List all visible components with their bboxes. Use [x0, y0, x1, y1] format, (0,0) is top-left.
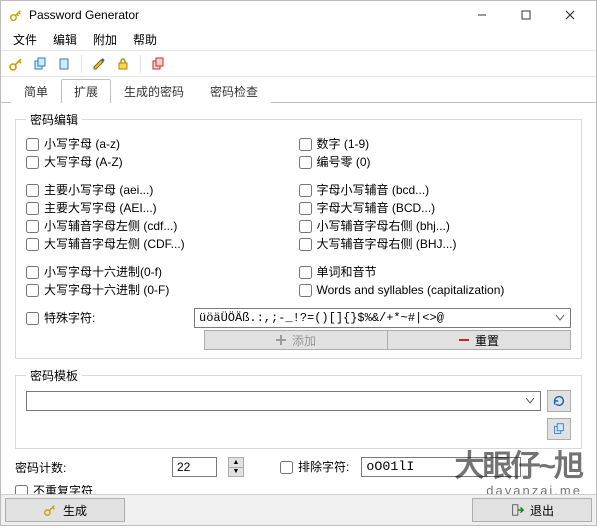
menu-file[interactable]: 文件	[5, 29, 45, 50]
exit-button[interactable]: 退出	[472, 498, 592, 522]
refresh-template-button[interactable]	[547, 390, 571, 412]
check-main-lower-vowel[interactable]: 主要小写字母 (aei...)	[26, 182, 299, 198]
tab-generated[interactable]: 生成的密码	[111, 79, 197, 103]
exclude-chars-input[interactable]	[361, 457, 521, 477]
title-bar: Password Generator	[1, 1, 596, 29]
menu-help[interactable]: 帮助	[125, 29, 165, 50]
minus-icon	[459, 339, 469, 341]
chevron-down-icon	[552, 310, 568, 326]
spinner-up[interactable]: ▲	[229, 458, 243, 468]
group-password-edit: 密码编辑 小写字母 (a-z) 大写字母 (A-Z) 数字 (1-9) 编号零 …	[15, 111, 582, 359]
check-upper-cons-right[interactable]: 大写辅音字母右侧 (BHJ...)	[299, 236, 572, 252]
tab-extended[interactable]: 扩展	[61, 79, 111, 103]
group-template: 密码模板	[15, 367, 582, 449]
generate-button[interactable]: 生成	[5, 498, 125, 522]
maximize-button[interactable]	[504, 1, 548, 29]
chevron-down-icon	[522, 393, 538, 409]
check-uppercase[interactable]: 大写字母 (A-Z)	[26, 154, 299, 170]
tab-simple[interactable]: 简单	[11, 79, 61, 103]
menu-edit[interactable]: 编辑	[45, 29, 85, 50]
check-digits[interactable]: 数字 (1-9)	[299, 136, 572, 152]
count-label: 密码计数:	[15, 459, 160, 476]
check-lower-cons-aux[interactable]: 字母小写辅音 (bcd...)	[299, 182, 572, 198]
check-lower-hex[interactable]: 小写字母十六进制(0-f)	[26, 264, 299, 280]
template-combo[interactable]	[26, 391, 541, 411]
plus-icon	[276, 335, 286, 345]
group-password-edit-legend: 密码编辑	[26, 111, 82, 128]
password-count-input[interactable]	[172, 457, 217, 477]
key-icon[interactable]	[7, 55, 25, 73]
check-lower-cons-left[interactable]: 小写辅音字母左侧 (cdf...)	[26, 218, 299, 234]
add-button[interactable]: 添加	[204, 330, 388, 350]
menu-extra[interactable]: 附加	[85, 29, 125, 50]
special-chars-combo[interactable]: üöäÜÖÄß.:,;-_!?=()[]{}$%&/+*~#|<>@	[194, 308, 571, 328]
reset-button[interactable]: 重置	[388, 330, 571, 350]
separator	[81, 55, 82, 73]
check-words[interactable]: 单词和音节	[299, 264, 572, 280]
menu-bar: 文件 编辑 附加 帮助	[1, 29, 596, 51]
check-exclude[interactable]: 排除字符:	[280, 459, 349, 475]
check-zero[interactable]: 编号零 (0)	[299, 154, 572, 170]
check-lowercase[interactable]: 小写字母 (a-z)	[26, 136, 299, 152]
minimize-button[interactable]	[460, 1, 504, 29]
toolbar	[1, 51, 596, 77]
pencil-icon[interactable]	[90, 55, 108, 73]
copy-template-button[interactable]	[547, 418, 571, 440]
tab-panel-extended: 密码编辑 小写字母 (a-z) 大写字母 (A-Z) 数字 (1-9) 编号零 …	[1, 103, 596, 529]
lock-icon[interactable]	[114, 55, 132, 73]
tab-check[interactable]: 密码检查	[197, 79, 271, 103]
check-special[interactable]: 特殊字符:	[26, 310, 186, 326]
spinner-down[interactable]: ▼	[229, 468, 243, 477]
check-words-cap[interactable]: Words and syllables (capitalization)	[299, 282, 572, 298]
app-key-icon	[9, 8, 23, 22]
separator	[140, 55, 141, 73]
copy-multi-icon[interactable]	[31, 55, 49, 73]
special-chars-value: üöäÜÖÄß.:,;-_!?=()[]{}$%&/+*~#|<>@	[199, 311, 444, 325]
check-upper-cons-aux[interactable]: 字母大写辅音 (BCD...)	[299, 200, 572, 216]
check-upper-cons-left[interactable]: 大写辅音字母左侧 (CDF...)	[26, 236, 299, 252]
copy-single-icon[interactable]	[55, 55, 73, 73]
check-upper-hex[interactable]: 大写字母十六进制 (0-F)	[26, 282, 299, 298]
copy-red-icon[interactable]	[149, 55, 167, 73]
count-spinner[interactable]: ▲ ▼	[228, 457, 244, 477]
close-button[interactable]	[548, 1, 592, 29]
check-lower-cons-right[interactable]: 小写辅音字母右侧 (bhj...)	[299, 218, 572, 234]
group-template-legend: 密码模板	[26, 367, 82, 384]
check-main-upper-vowel[interactable]: 主要大写字母 (AEI...)	[26, 200, 299, 216]
tab-strip: 简单 扩展 生成的密码 密码检查	[1, 79, 596, 103]
window-title: Password Generator	[29, 8, 460, 22]
bottom-bar: 生成 退出	[1, 494, 596, 525]
